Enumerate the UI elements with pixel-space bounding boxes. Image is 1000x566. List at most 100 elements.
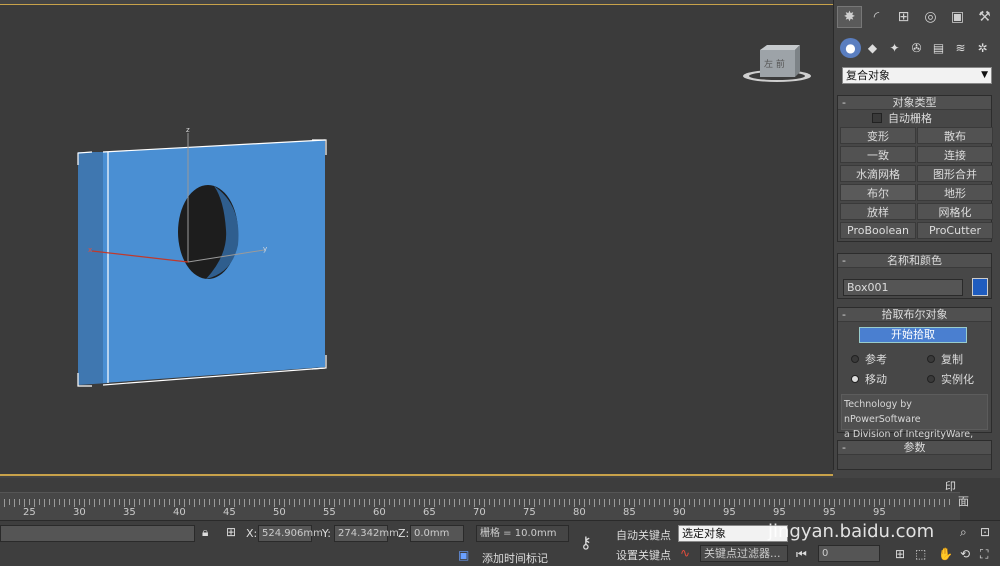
timeline-tick [559,499,560,505]
object-color-swatch[interactable] [972,278,988,296]
goto-start-icon[interactable]: ⏮ [796,547,807,562]
key-icon[interactable]: ⚷ [580,533,592,552]
timeline-tick [704,499,705,507]
time-slider-track[interactable] [0,478,960,492]
orbit-icon[interactable]: ⟲ [960,547,970,561]
zoom-icon[interactable]: ⌕ [960,525,967,540]
timeline-tick [724,499,725,507]
name-color-header[interactable]: - 名称和颜色 [838,254,991,268]
timeline-tick [304,499,305,507]
systems-icon[interactable]: ✲ [972,38,993,58]
modify-tab-icon[interactable]: ◜ [864,6,889,28]
parameters-header[interactable]: - 参数 [838,441,991,455]
loft-button[interactable]: 放样 [840,203,916,220]
object-type-header[interactable]: - 对象类型 [838,96,991,110]
object-type-rollout: - 对象类型 自动栅格 变形 散布 一致 连接 水滴网格 图形合并 布尔 地形 … [837,95,993,242]
start-pick-button[interactable]: 开始拾取 [859,327,967,343]
conform-button[interactable]: 一致 [840,146,916,163]
create-tab-icon[interactable]: ✸ [837,6,862,28]
add-time-tag-label[interactable]: 添加时间标记 [482,550,548,566]
pick-boolean-header[interactable]: - 拾取布尔对象 [838,308,991,322]
timeline-tick [839,499,840,505]
timeline-tick [324,499,325,507]
lights-icon[interactable]: ✦ [884,38,905,58]
timeline-tick [594,499,595,507]
timeline-tick [694,499,695,507]
timeline-tick [799,499,800,505]
shapes-icon[interactable]: ◆ [862,38,883,58]
maxscript-listener-field[interactable] [0,525,195,542]
object-name-field[interactable]: Box001 [843,279,963,296]
timeline-tick [849,499,850,505]
absolute-mode-icon[interactable]: ⊞ [226,525,236,539]
radio-copy[interactable]: 复制 [927,351,963,367]
mesher-button[interactable]: 网格化 [917,203,993,220]
timeline-tick [764,499,765,507]
radio-instance-label: 实例化 [941,373,974,386]
timeline-tick [164,499,165,507]
timeline-label: 85 [623,507,636,518]
current-frame-field[interactable]: 0 [818,545,880,562]
timeline-tick [634,499,635,507]
auto-key-button[interactable]: 自动关键点 [616,527,671,543]
zoom-extents-icon[interactable]: ⊞ [895,547,905,561]
z-coordinate-field[interactable]: 0.0mm [410,525,464,542]
radio-instance[interactable]: 实例化 [927,371,974,387]
scatter-button[interactable]: 散布 [917,127,993,144]
maximize-viewport-icon[interactable]: ⛶ [980,547,988,562]
timeline-tick [24,499,25,507]
timeline-tick [859,499,860,505]
helpers-icon[interactable]: ▤ [928,38,949,58]
spacewarps-icon[interactable]: ≋ [950,38,971,58]
radio-move[interactable]: 移动 [851,371,887,387]
gizmo-y-label: y [263,245,267,253]
utilities-tab-icon[interactable]: ⚒ [972,6,997,28]
geometry-icon[interactable]: ● [840,38,861,58]
boolean-button[interactable]: 布尔 [840,184,916,201]
proboolean-button[interactable]: ProBoolean [840,222,916,239]
hierarchy-tab-icon[interactable]: ⊞ [891,6,916,28]
time-tag-icon[interactable]: ▣ [458,548,469,562]
timeline-tick [679,499,680,505]
timeline-tick [154,499,155,507]
timeline-label: 95 [773,507,786,518]
key-filter-button[interactable]: 关键点过滤器... [700,545,788,562]
morph-button[interactable]: 变形 [840,127,916,144]
autogrid-checkbox[interactable] [872,112,882,123]
category-dropdown[interactable]: 复合对象 ▼ [842,67,992,84]
radio-reference[interactable]: 参考 [851,351,887,367]
timeline-label: 45 [223,507,236,518]
timeline-tick [444,499,445,507]
timeline-tick [319,499,320,505]
region-zoom-icon[interactable]: ⬚ [915,547,926,561]
perspective-viewport[interactable]: z x y 左 前 [0,4,833,476]
timeline-tick [234,499,235,507]
cameras-icon[interactable]: ✇ [906,38,927,58]
pan-icon[interactable]: ✋ [938,547,953,561]
connect-button[interactable]: 连接 [917,146,993,163]
y-coordinate-field[interactable]: 274.342mm [334,525,399,542]
procutter-button[interactable]: ProCutter [917,222,993,239]
timeline-tick [74,499,75,507]
key-tangent-icon[interactable]: ∿ [680,546,690,560]
timeline-tick [394,499,395,507]
zoom-all-icon[interactable]: ⊡ [980,525,990,539]
set-key-button[interactable]: 设置关键点 [616,547,671,563]
timeline-tick [264,499,265,507]
lock-icon[interactable]: 🔒︎ [202,525,208,540]
viewcube[interactable]: 左 前 [743,45,811,82]
timeline-tick [429,499,430,505]
name-color-title: 名称和颜色 [887,254,942,267]
motion-tab-icon[interactable]: ◎ [918,6,943,28]
autogrid-checkbox-row[interactable]: 自动栅格 [838,110,991,125]
x-coordinate-field[interactable]: 524.906mm [258,525,323,542]
track-bar[interactable]: 25 30 35 40 45 50 55 60 65 70 75 80 85 90 95 95 95 95 [0,492,960,520]
y-coordinate-label: Y: [322,527,331,540]
shapemerge-button[interactable]: 图形合并 [917,165,993,182]
timeline-label: 95 [723,507,736,518]
timeline-tick [644,499,645,507]
terrain-button[interactable]: 地形 [917,184,993,201]
display-tab-icon[interactable]: ▣ [945,6,970,28]
partial-text-2: 面 [958,495,969,508]
blobmesh-button[interactable]: 水滴网格 [840,165,916,182]
